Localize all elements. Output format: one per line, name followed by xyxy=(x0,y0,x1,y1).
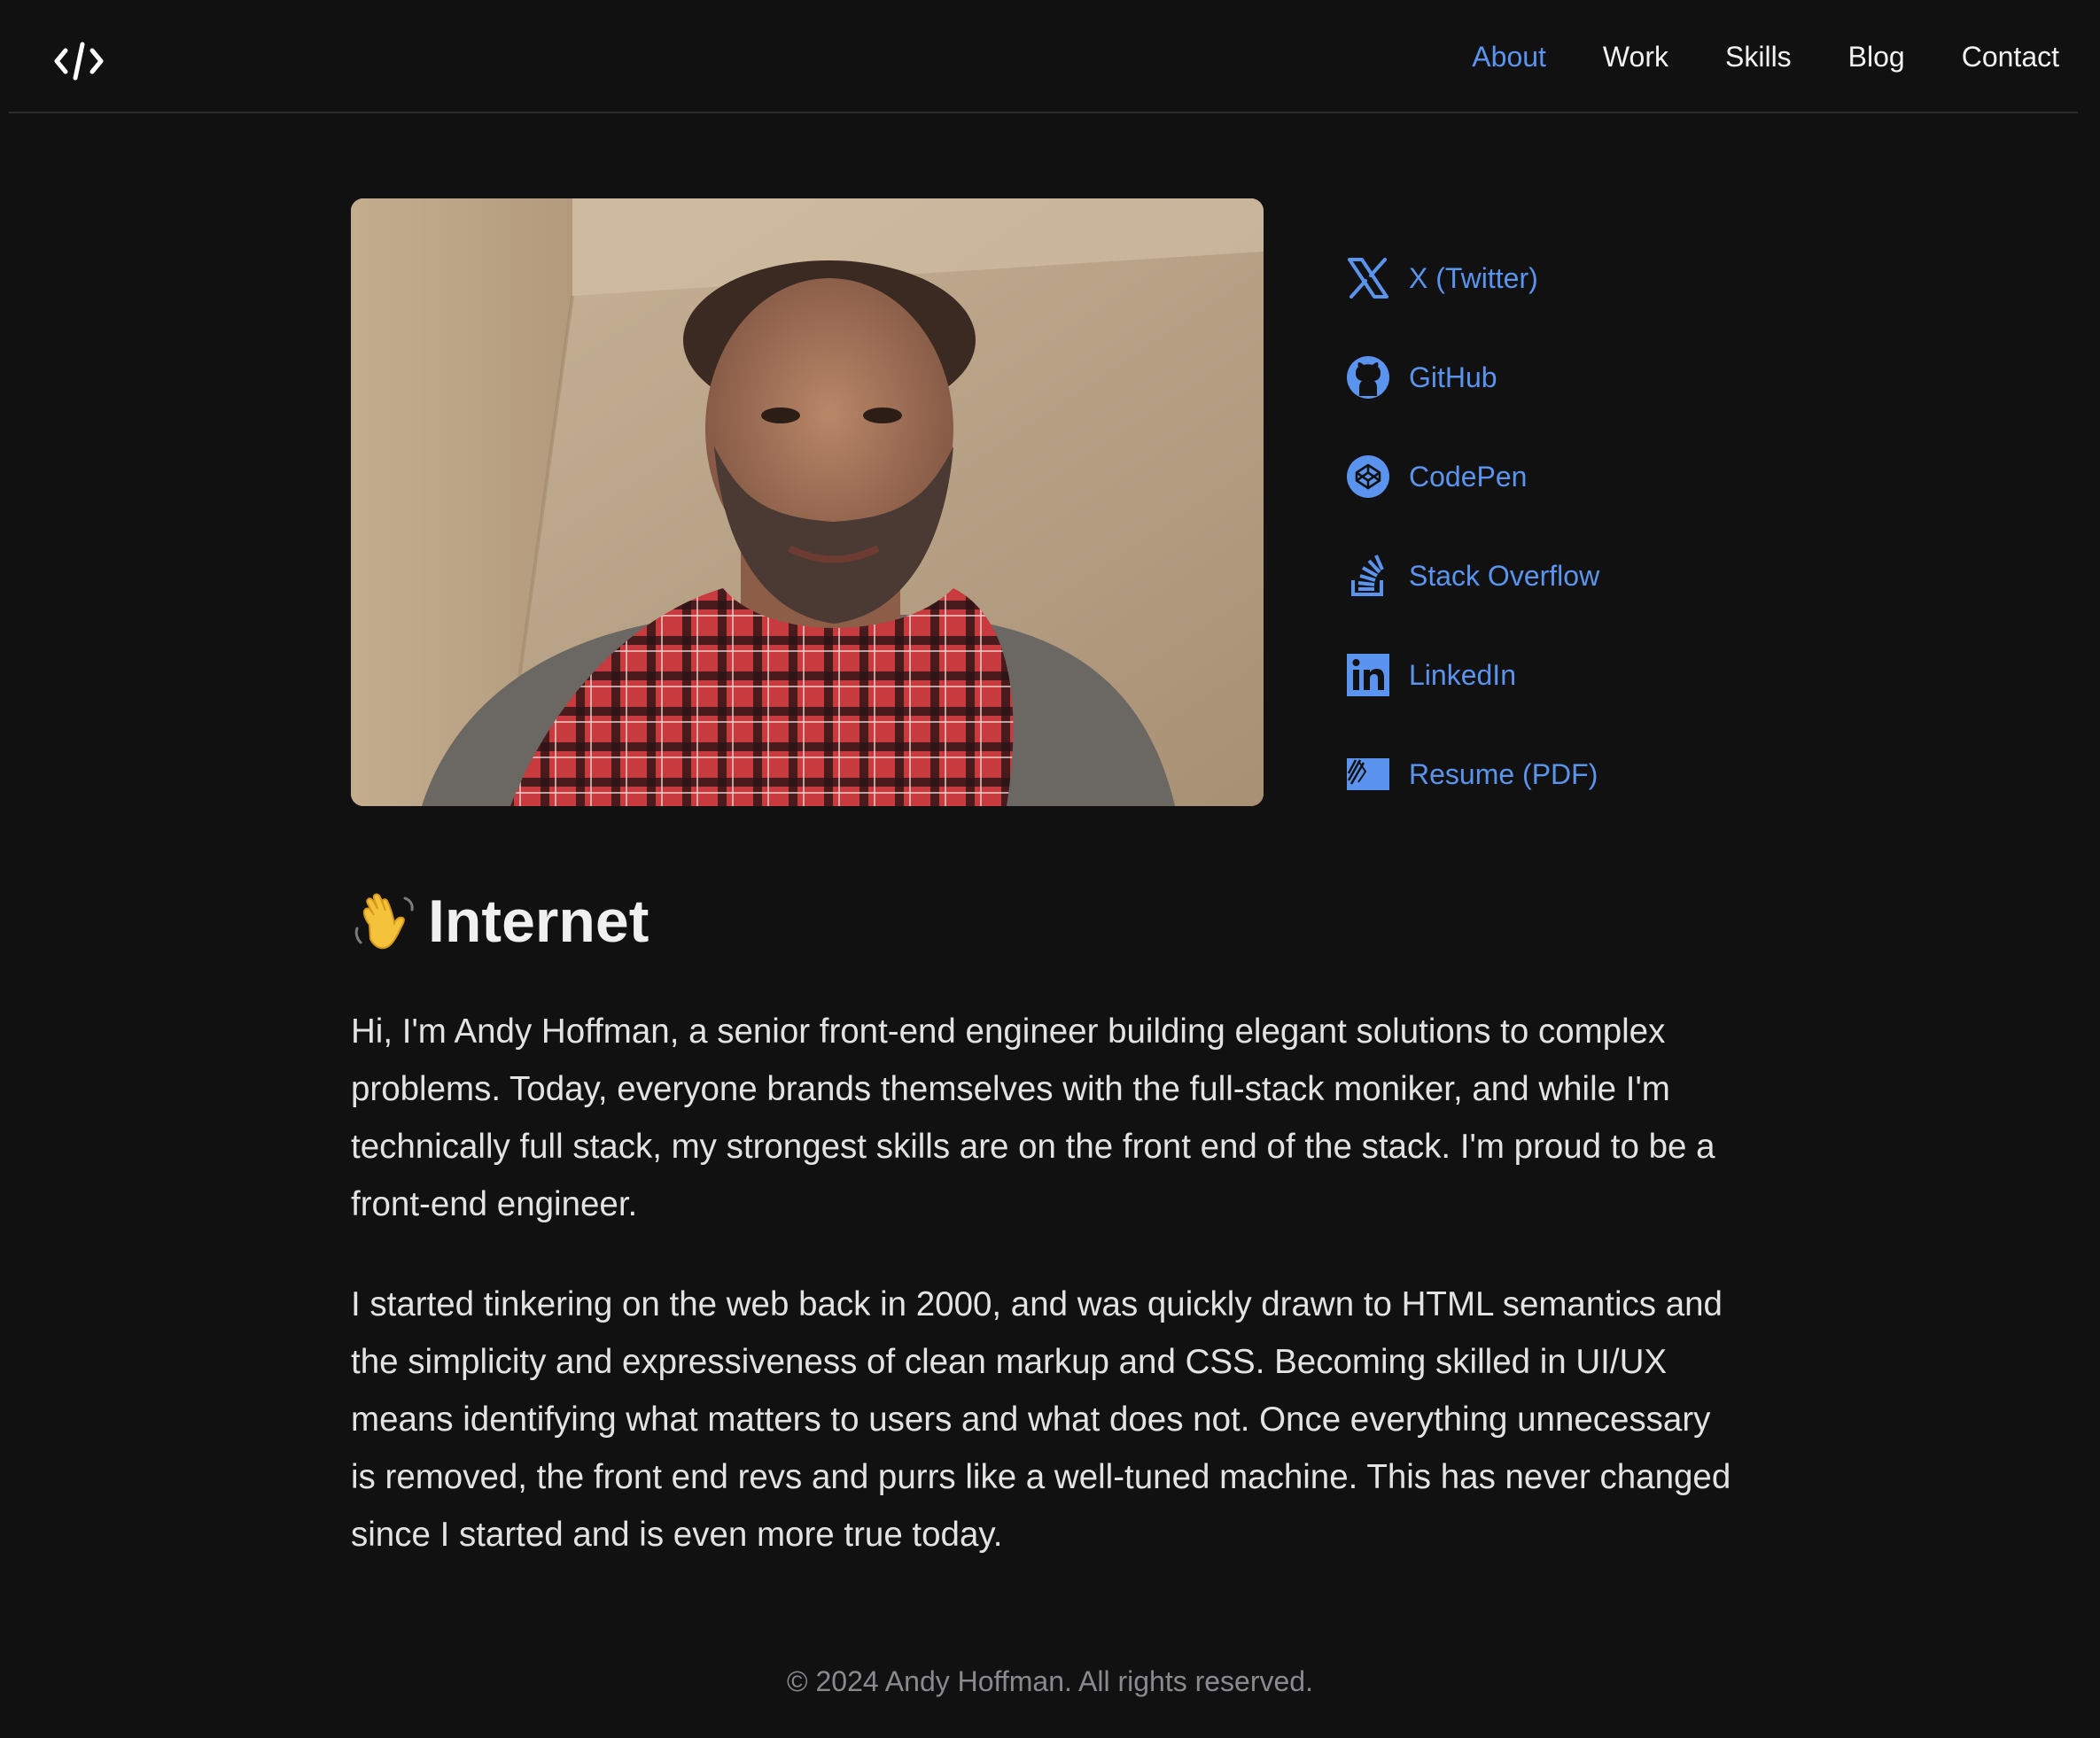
nav-blog[interactable]: Blog xyxy=(1848,35,1905,78)
social-link-codepen[interactable]: CodePen xyxy=(1409,461,1527,493)
page-title: Internet xyxy=(350,877,649,966)
social-link-github[interactable]: GitHub xyxy=(1409,361,1497,394)
nav-skills[interactable]: Skills xyxy=(1725,35,1792,78)
copyright-text: © 2024 Andy Hoffman. All rights reserved… xyxy=(787,1665,1313,1697)
linkedin-icon[interactable] xyxy=(1345,652,1391,698)
x-twitter-icon[interactable] xyxy=(1345,255,1391,301)
social-link-linkedin[interactable]: LinkedIn xyxy=(1409,659,1516,692)
stack-overflow-icon[interactable] xyxy=(1345,553,1391,599)
intro-paragraph: Hi, I'm Andy Hoffman, a senior front-end… xyxy=(351,1013,1715,1223)
social-item-resume: Resume (PDF) xyxy=(1345,746,1599,803)
site-footer: © 2024 Andy Hoffman. All rights reserved… xyxy=(0,1665,2100,1698)
nav-about[interactable]: About xyxy=(1472,35,1546,78)
social-link-twitter[interactable]: X (Twitter) xyxy=(1409,262,1538,295)
waving-hand-icon xyxy=(350,888,417,955)
page-title-text: Internet xyxy=(428,888,649,955)
social-item-codepen: CodePen xyxy=(1345,448,1599,505)
social-item-linkedin: LinkedIn xyxy=(1345,647,1599,703)
nav-work[interactable]: Work xyxy=(1603,35,1668,78)
social-item-stackoverflow: Stack Overflow xyxy=(1345,547,1599,604)
nav-contact[interactable]: Contact xyxy=(1962,35,2059,78)
codepen-icon[interactable] xyxy=(1345,454,1391,500)
site-header: About Work Skills Blog Contact xyxy=(9,0,2078,113)
social-item-twitter: X (Twitter) xyxy=(1345,250,1599,306)
logo-code-icon[interactable] xyxy=(44,30,113,92)
history-paragraph: I started tinkering on the web back in 2… xyxy=(351,1285,1731,1554)
resume-icon[interactable] xyxy=(1345,751,1391,797)
github-icon[interactable] xyxy=(1345,354,1391,400)
social-link-stackoverflow[interactable]: Stack Overflow xyxy=(1409,560,1599,593)
social-link-resume[interactable]: Resume (PDF) xyxy=(1409,758,1598,791)
profile-photo xyxy=(351,198,1264,806)
main-nav: About Work Skills Blog Contact xyxy=(1415,35,2059,78)
social-links: X (Twitter) GitHub CodePen Stack Overflo… xyxy=(1345,250,1599,845)
social-item-github: GitHub xyxy=(1345,349,1599,406)
